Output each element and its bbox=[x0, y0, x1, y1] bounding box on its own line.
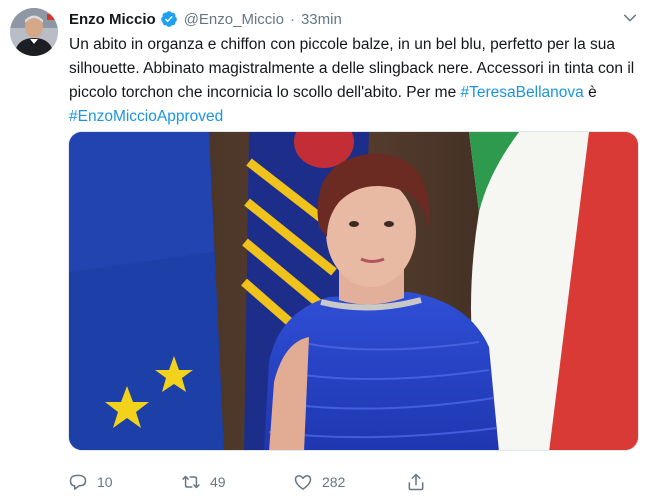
heart-icon bbox=[294, 475, 312, 490]
tweet-header: Enzo Miccio @Enzo_Miccio · 33min bbox=[69, 8, 342, 30]
like-button[interactable]: 282 bbox=[293, 470, 345, 494]
tweet-actions: 10 49 282 bbox=[68, 470, 628, 494]
chevron-down-icon[interactable] bbox=[622, 10, 638, 26]
timestamp[interactable]: 33min bbox=[301, 11, 342, 28]
avatar[interactable] bbox=[10, 8, 58, 56]
reply-icon bbox=[69, 474, 87, 490]
share-button[interactable] bbox=[406, 470, 435, 494]
header-separator: · bbox=[289, 10, 295, 28]
author-handle[interactable]: @Enzo_Miccio bbox=[184, 11, 284, 28]
tweet-card[interactable]: Enzo Miccio @Enzo_Miccio · 33min Un abit… bbox=[0, 0, 650, 500]
tweet-text: Un abito in organza e chiffon con piccol… bbox=[69, 33, 639, 129]
verified-badge-icon bbox=[160, 10, 178, 28]
share-icon bbox=[408, 473, 424, 491]
reply-count: 10 bbox=[97, 474, 113, 490]
like-count: 282 bbox=[322, 474, 346, 490]
retweet-count: 49 bbox=[210, 474, 226, 490]
tweet-text-connector: è bbox=[583, 84, 597, 101]
retweet-button[interactable]: 49 bbox=[181, 470, 226, 494]
hashtag-link-enzo-miccio-approved[interactable]: #EnzoMiccioApproved bbox=[69, 108, 223, 125]
hashtag-link-teresa-bellanova[interactable]: #TeresaBellanova bbox=[461, 84, 584, 101]
reply-button[interactable]: 10 bbox=[68, 470, 113, 494]
tweet-photo[interactable] bbox=[68, 131, 639, 451]
retweet-icon bbox=[182, 475, 200, 489]
author-name[interactable]: Enzo Miccio bbox=[69, 11, 156, 28]
